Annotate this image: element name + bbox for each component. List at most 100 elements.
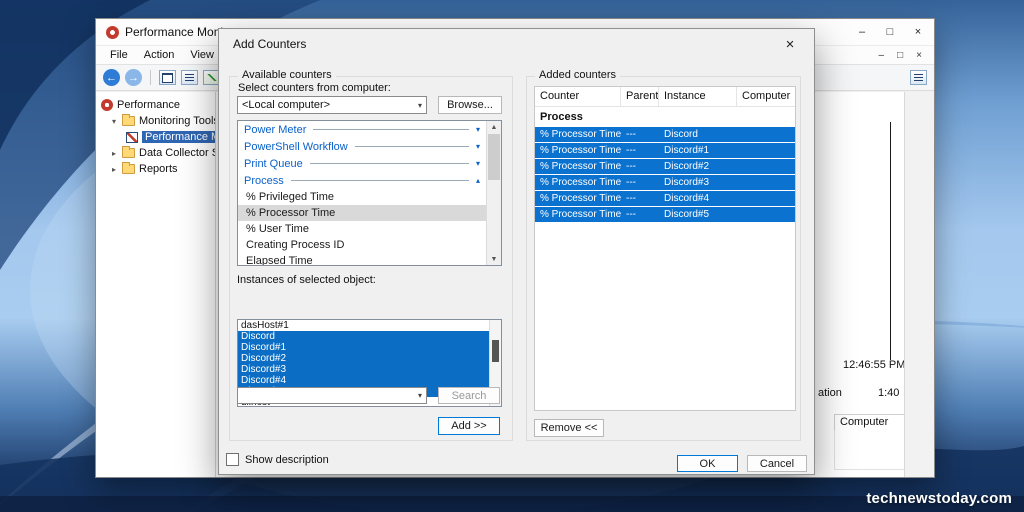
back-icon[interactable]: ← bbox=[103, 69, 120, 86]
added-counter-row[interactable]: % Processor Time --- Discord#2 bbox=[535, 159, 795, 174]
child-window-controls: – □ × bbox=[879, 50, 928, 61]
console-tree: Performance ▾ Monitoring Tools Performan… bbox=[96, 92, 216, 477]
add-counters-dialog: Add Counters × Available counters Select… bbox=[218, 28, 815, 475]
available-counter-listbox: Power Meter ▾ PowerShell Workflow ▾ Print Qu… bbox=[237, 120, 502, 266]
child-close-icon[interactable]: × bbox=[916, 50, 922, 61]
column-header[interactable]: Parent bbox=[621, 87, 659, 106]
performance-monitor-icon bbox=[106, 25, 119, 39]
cell: % Processor Time bbox=[540, 145, 621, 156]
added-counters-header: Counter Parent Instance Computer bbox=[535, 87, 795, 107]
graph-right-border bbox=[890, 122, 891, 360]
folder-icon bbox=[122, 114, 135, 126]
added-counter-row[interactable]: % Processor Time --- Discord bbox=[535, 127, 795, 142]
chevron-down-icon[interactable]: ▾ bbox=[476, 125, 480, 134]
cell: Discord bbox=[664, 129, 698, 140]
window-controls: – □ × bbox=[856, 26, 924, 38]
cell: % Processor Time bbox=[540, 209, 621, 220]
forward-icon[interactable]: → bbox=[125, 69, 142, 86]
properties-icon[interactable] bbox=[910, 70, 927, 85]
tree-item-performance-monitor[interactable]: Performance M bbox=[96, 129, 215, 145]
menu-file[interactable]: File bbox=[102, 48, 136, 62]
instance-row[interactable]: Discord#4 bbox=[238, 375, 501, 386]
add-button[interactable]: Add >> bbox=[438, 417, 500, 435]
toolbar-separator bbox=[150, 70, 151, 85]
dropdown-icon: ▾ bbox=[417, 391, 422, 400]
cell: % Processor Time bbox=[540, 161, 621, 172]
instance-row[interactable]: Discord#1 bbox=[238, 342, 501, 353]
counter-category-row[interactable]: PowerShell Workflow ▾ bbox=[238, 138, 486, 155]
instance-row[interactable]: Discord#2 bbox=[238, 353, 501, 364]
close-icon[interactable]: × bbox=[780, 36, 800, 53]
chevron-up-icon[interactable]: ▴ bbox=[476, 176, 480, 185]
watermark: technewstoday.com bbox=[866, 490, 1012, 507]
duration-label: ation bbox=[818, 387, 842, 399]
scroll-up-icon[interactable]: ▲ bbox=[487, 121, 501, 133]
browse-button[interactable]: Browse... bbox=[438, 96, 502, 114]
legend-list bbox=[834, 430, 906, 470]
chevron-down-icon[interactable]: ▾ bbox=[476, 159, 480, 168]
desktop: Performance Monito – □ × File Action Vie… bbox=[0, 0, 1024, 512]
column-header[interactable]: Instance bbox=[659, 87, 737, 106]
show-description-option[interactable]: Show description bbox=[226, 453, 329, 466]
graph-time-label: 12:46:55 PM bbox=[843, 359, 906, 371]
category-rule bbox=[313, 129, 469, 130]
tree-item-data-collector-sets[interactable]: ▸ Data Collector Set bbox=[96, 145, 215, 161]
category-rule bbox=[354, 146, 469, 147]
chevron-down-icon[interactable]: ▾ bbox=[110, 117, 118, 126]
scroll-down-icon[interactable]: ▼ bbox=[487, 253, 501, 265]
counter-row[interactable]: % User Time bbox=[238, 221, 486, 237]
instance-search-combo[interactable]: ▾ bbox=[237, 387, 427, 404]
counter-row[interactable]: % Privileged Time bbox=[238, 189, 486, 205]
computer-select[interactable]: <Local computer> ▾ bbox=[237, 96, 427, 114]
chevron-right-icon[interactable]: ▸ bbox=[110, 149, 118, 158]
dialog-title: Add Counters bbox=[233, 37, 307, 51]
list-view-icon[interactable] bbox=[181, 70, 198, 85]
close-icon[interactable]: × bbox=[912, 26, 924, 38]
instance-row[interactable]: dasHost#1 bbox=[238, 320, 501, 331]
cell: --- bbox=[626, 129, 636, 140]
counter-row[interactable]: Elapsed Time bbox=[238, 253, 486, 265]
ok-button[interactable]: OK bbox=[677, 455, 738, 472]
child-restore-icon[interactable]: □ bbox=[897, 50, 903, 61]
maximize-icon[interactable]: □ bbox=[884, 26, 896, 38]
cancel-button[interactable]: Cancel bbox=[747, 455, 807, 472]
instance-row[interactable]: Discord#3 bbox=[238, 364, 501, 375]
search-button[interactable]: Search bbox=[438, 387, 500, 404]
counter-scrollbar[interactable]: ▲ ▼ bbox=[486, 121, 501, 265]
legend-computer-header[interactable]: Computer bbox=[834, 414, 906, 431]
minimize-icon[interactable]: – bbox=[856, 26, 868, 38]
tree-item-monitoring-tools[interactable]: ▾ Monitoring Tools bbox=[96, 113, 215, 129]
added-counter-row[interactable]: % Processor Time --- Discord#3 bbox=[535, 175, 795, 190]
column-header[interactable]: Computer bbox=[737, 87, 795, 106]
added-counter-row[interactable]: % Processor Time --- Discord#5 bbox=[535, 207, 795, 222]
added-counter-row[interactable]: % Processor Time --- Discord#1 bbox=[535, 143, 795, 158]
scrollbar-thumb[interactable] bbox=[488, 134, 500, 180]
added-counter-row[interactable]: % Processor Time --- Discord#4 bbox=[535, 191, 795, 206]
window-view-icon[interactable] bbox=[159, 70, 176, 85]
added-counters-table: Counter Parent Instance Computer Process % … bbox=[534, 86, 796, 411]
tree-item-performance[interactable]: Performance bbox=[96, 97, 215, 113]
child-minimize-icon[interactable]: – bbox=[879, 50, 885, 61]
column-header[interactable]: Counter bbox=[535, 87, 621, 106]
tree-item-reports[interactable]: ▸ Reports bbox=[96, 161, 215, 177]
counter-row[interactable]: Creating Process ID bbox=[238, 237, 486, 253]
show-description-checkbox[interactable] bbox=[226, 453, 239, 466]
remove-button[interactable]: Remove << bbox=[534, 419, 604, 437]
counter-category-row[interactable]: Print Queue ▾ bbox=[238, 155, 486, 172]
chevron-down-icon[interactable]: ▾ bbox=[476, 142, 480, 151]
dialog-titlebar[interactable]: Add Counters × bbox=[219, 29, 814, 59]
scrollbar-thumb[interactable] bbox=[492, 340, 499, 362]
cell: % Processor Time bbox=[540, 177, 621, 188]
counter-category-row[interactable]: Process ▴ bbox=[238, 172, 486, 189]
chevron-right-icon[interactable]: ▸ bbox=[110, 165, 118, 174]
cell: % Processor Time bbox=[540, 193, 621, 204]
counter-category-row[interactable]: Power Meter ▾ bbox=[238, 121, 486, 138]
counter-row[interactable]: % Processor Time bbox=[238, 205, 486, 221]
counter-category-label: Print Queue bbox=[244, 157, 303, 170]
instance-row[interactable]: Discord bbox=[238, 331, 501, 342]
instances-label: Instances of selected object: bbox=[237, 274, 376, 286]
menu-action[interactable]: Action bbox=[136, 48, 183, 62]
object-group-row[interactable]: Process bbox=[535, 107, 795, 127]
folder-icon bbox=[122, 162, 135, 174]
menu-view[interactable]: View bbox=[182, 48, 222, 62]
